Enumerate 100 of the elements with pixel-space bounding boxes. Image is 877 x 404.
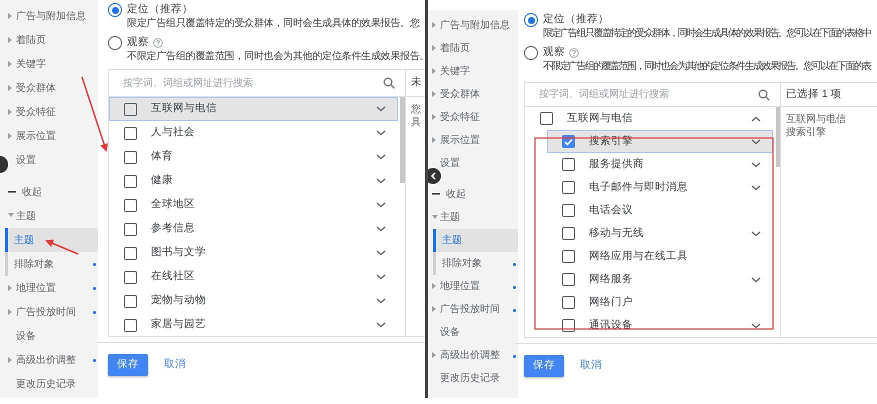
- checkbox[interactable]: [562, 250, 575, 263]
- chevron-down-icon[interactable]: [376, 226, 386, 232]
- category-row[interactable]: 健康: [109, 169, 398, 193]
- sidebar-item[interactable]: 排除对象: [5, 252, 98, 276]
- category-row[interactable]: 宠物与动物: [109, 289, 398, 313]
- checkbox[interactable]: [124, 294, 137, 308]
- sidebar-item[interactable]: 展示位置: [6, 124, 98, 148]
- radio-button[interactable]: [108, 36, 122, 50]
- category-row[interactable]: 互联网与电信: [525, 107, 773, 130]
- search-field[interactable]: 按字词、词组或网址进行搜索: [123, 76, 383, 90]
- sidebar-item[interactable]: 主题: [6, 204, 98, 228]
- sidebar-item[interactable]: 着陆页: [430, 37, 518, 60]
- sidebar-item[interactable]: 高级出价调整: [430, 344, 518, 367]
- sidebar-item[interactable]: 高级出价调整: [6, 348, 98, 372]
- save-button[interactable]: 保存: [524, 355, 564, 377]
- category-row[interactable]: 人与社会: [109, 121, 398, 145]
- checkbox[interactable]: [562, 181, 575, 194]
- sidebar-item[interactable]: 关键字: [6, 52, 98, 76]
- category-row[interactable]: 网络服务: [547, 268, 773, 291]
- category-row[interactable]: 网络门户: [547, 291, 773, 314]
- sidebar-item[interactable]: 受众特征: [6, 100, 98, 124]
- sidebar-item[interactable]: 地理位置: [430, 275, 518, 298]
- checkbox[interactable]: [124, 150, 137, 164]
- help-icon[interactable]: [153, 38, 163, 48]
- chevron-down-icon[interactable]: [376, 202, 386, 208]
- sidebar-item[interactable]: 主题: [433, 229, 518, 252]
- checkbox[interactable]: [124, 126, 137, 140]
- sidebar-item[interactable]: 广告投放时间: [430, 298, 518, 321]
- checkbox[interactable]: [562, 204, 575, 217]
- checkbox[interactable]: [562, 158, 575, 171]
- checkbox[interactable]: [562, 273, 575, 286]
- chevron-down-icon[interactable]: [376, 154, 386, 160]
- checkbox[interactable]: [124, 318, 137, 332]
- category-row[interactable]: 电子邮件与即时消息: [547, 176, 773, 199]
- sidebar-item[interactable]: 收起: [6, 180, 98, 204]
- checkbox[interactable]: [124, 198, 137, 212]
- checkbox[interactable]: [562, 135, 575, 148]
- sidebar-item[interactable]: 广告与附加信息: [6, 4, 98, 28]
- sidebar-item[interactable]: 设备: [6, 324, 98, 348]
- chevron-down-icon[interactable]: [376, 130, 386, 136]
- chevron-down-icon[interactable]: [751, 276, 761, 282]
- chevron-down-icon[interactable]: [751, 138, 761, 144]
- checkbox[interactable]: [124, 270, 137, 284]
- chevron-up-icon[interactable]: [751, 116, 761, 122]
- sidebar-item[interactable]: 设置: [430, 152, 518, 175]
- sidebar-item[interactable]: 广告与附加信息: [430, 14, 518, 37]
- sidebar-item[interactable]: 广告投放时间: [6, 300, 98, 324]
- category-row[interactable]: 图书与文学: [109, 241, 398, 265]
- category-row[interactable]: 在线社区: [109, 265, 398, 289]
- radio-button[interactable]: [524, 13, 538, 27]
- search-icon[interactable]: [758, 88, 770, 100]
- chevron-down-icon[interactable]: [376, 178, 386, 184]
- sidebar-item[interactable]: 设备: [430, 321, 518, 344]
- radio-button[interactable]: [108, 3, 122, 17]
- radio-button[interactable]: [524, 46, 538, 60]
- sidebar-item[interactable]: 受众群体: [6, 76, 98, 100]
- sidebar-item[interactable]: 更改历史记录: [430, 367, 518, 390]
- chevron-down-icon[interactable]: [751, 230, 761, 236]
- category-row[interactable]: 体育: [109, 145, 398, 169]
- cancel-link[interactable]: 取消: [580, 358, 602, 374]
- sidebar-item[interactable]: 展示位置: [430, 129, 518, 152]
- category-row[interactable]: 参考信息: [109, 217, 398, 241]
- save-button[interactable]: 保存: [108, 354, 148, 376]
- cancel-link[interactable]: 取消: [164, 357, 186, 373]
- category-row[interactable]: 网络应用与在线工具: [547, 245, 773, 268]
- category-row[interactable]: 电话会议: [547, 199, 773, 222]
- sidebar-item[interactable]: 着陆页: [6, 28, 98, 52]
- scrollbar-thumb[interactable]: [776, 107, 780, 167]
- chevron-down-icon[interactable]: [751, 184, 761, 190]
- category-row[interactable]: 家居与园艺: [109, 313, 398, 336]
- sidebar-item[interactable]: 收起: [430, 183, 518, 206]
- sidebar-item[interactable]: 更改历史记录: [6, 372, 98, 396]
- category-row[interactable]: 互联网与电信: [109, 97, 398, 121]
- checkbox[interactable]: [562, 227, 575, 240]
- sidebar-item[interactable]: 关键字: [430, 60, 518, 83]
- category-row[interactable]: 服务提供商: [547, 153, 773, 176]
- checkbox[interactable]: [124, 246, 137, 260]
- sidebar-item[interactable]: 主题: [430, 206, 518, 229]
- chevron-down-icon[interactable]: [376, 274, 386, 280]
- chevron-down-icon[interactable]: [376, 322, 386, 328]
- chevron-down-icon[interactable]: [376, 106, 386, 112]
- checkbox[interactable]: [540, 112, 553, 125]
- sidebar-item[interactable]: 受众特征: [430, 106, 518, 129]
- search-icon[interactable]: [383, 77, 395, 89]
- checkbox[interactable]: [562, 319, 575, 332]
- search-field[interactable]: 按字词、词组或网址进行搜索: [539, 87, 758, 102]
- help-icon[interactable]: [569, 48, 579, 58]
- chevron-down-icon[interactable]: [376, 298, 386, 304]
- chevron-down-icon[interactable]: [751, 322, 761, 328]
- sidebar-item[interactable]: 排除对象: [433, 252, 518, 275]
- checkbox[interactable]: [124, 102, 137, 116]
- sidebar-item[interactable]: 主题: [5, 228, 98, 252]
- checkbox[interactable]: [124, 174, 137, 188]
- checkbox[interactable]: [562, 296, 575, 309]
- checkbox[interactable]: [124, 222, 137, 236]
- chevron-down-icon[interactable]: [376, 250, 386, 256]
- sidebar-item[interactable]: 地理位置: [6, 276, 98, 300]
- category-row[interactable]: 全球地区: [109, 193, 398, 217]
- scrollbar-thumb[interactable]: [400, 97, 405, 183]
- sidebar-item[interactable]: 受众群体: [430, 83, 518, 106]
